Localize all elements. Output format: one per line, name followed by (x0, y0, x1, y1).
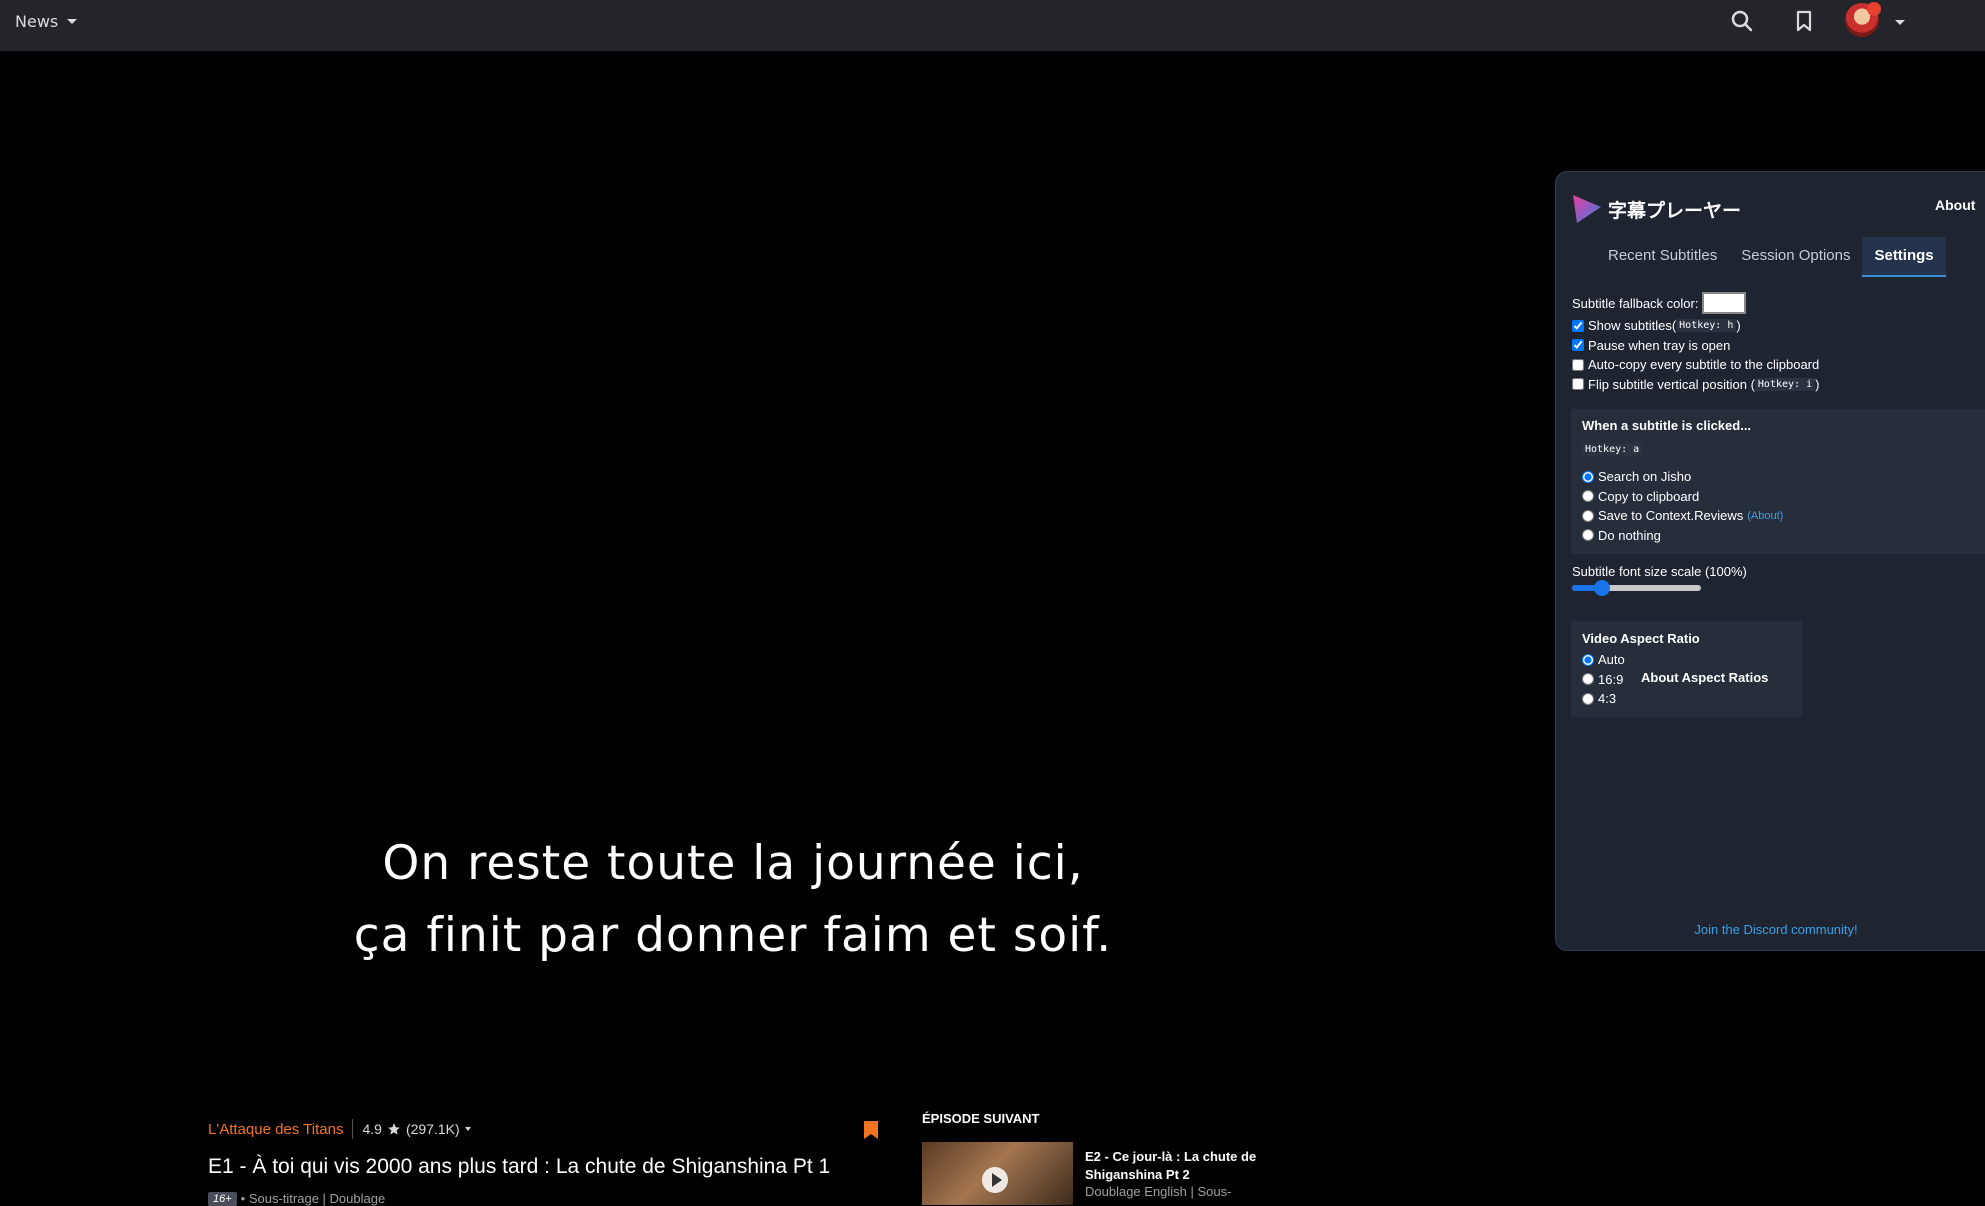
radio-jisho[interactable] (1582, 470, 1594, 483)
click-action-options: Search on Jisho Copy to clipboard Save t… (1582, 467, 1783, 545)
search-icon[interactable] (1729, 8, 1755, 34)
age-badge: 16+ (208, 1191, 237, 1206)
pause-tray-label: Pause when tray is open (1588, 337, 1731, 353)
next-episode-meta: Doublage English | Sous- (1085, 1184, 1232, 1199)
episode-meta: 16+ • Sous-titrage | Doublage (208, 1191, 385, 1206)
top-nav-bar: News (0, 0, 1985, 51)
hotkey-code: Hotkey: i (1754, 377, 1816, 391)
option-label: Do nothing (1598, 527, 1661, 543)
news-label: News (15, 11, 59, 31)
option-label: Copy to clipboard (1598, 488, 1700, 504)
option-label: 16:9 (1598, 671, 1624, 687)
subtitle-line: ça finit par donner faim et soif. (353, 908, 1113, 963)
series-link[interactable]: L'Attaque des Titans (208, 1121, 343, 1138)
radio-context-reviews[interactable] (1582, 509, 1594, 522)
notification-badge (1867, 2, 1881, 16)
radio-clipboard[interactable] (1582, 490, 1594, 503)
aspect-16-9: 16:9 (1582, 670, 1625, 690)
play-triangle (992, 1173, 1002, 1187)
next-episode-heading: ÉPISODE SUIVANT (922, 1111, 1040, 1126)
hotkey-code: Hotkey: a (1582, 443, 1643, 456)
subtitle-line: On reste toute la journée ici, (382, 836, 1084, 891)
divider (352, 1119, 354, 1139)
show-subtitles-label: Show subtitles( (1588, 318, 1677, 334)
option-nothing: Do nothing (1582, 526, 1783, 546)
paren: ) (1815, 376, 1820, 392)
radio-4-3[interactable] (1582, 692, 1594, 705)
chevron-down-icon (1895, 20, 1905, 25)
tab-session-options[interactable]: Session Options (1729, 237, 1862, 275)
aspect-options: Auto 16:9 4:3 (1582, 650, 1625, 709)
chevron-down-icon (67, 18, 78, 24)
auto-copy-label: Auto-copy every subtitle to the clipboar… (1588, 357, 1820, 373)
news-menu[interactable]: News (15, 9, 78, 33)
option-label: Search on Jisho (1598, 469, 1692, 485)
flip-row: Flip subtitle vertical position (Hotkey:… (1572, 375, 1985, 395)
subtitle-player-panel: 字幕プレーヤー About Recent Subtitles Session O… (1555, 171, 1985, 951)
settings-list: Subtitle fallback color: Show subtitles(… (1572, 290, 1985, 394)
font-scale-label: Subtitle font size scale (100%) (1572, 564, 1747, 579)
series-row: L'Attaque des Titans 4.9 (297.1K) (208, 1119, 471, 1139)
auto-copy-checkbox[interactable] (1572, 358, 1584, 371)
about-aspect-link[interactable]: About Aspect Ratios (1641, 670, 1768, 685)
pause-tray-row: Pause when tray is open (1572, 336, 1985, 356)
aspect-auto: Auto (1582, 650, 1625, 670)
about-link[interactable]: About (1935, 197, 1975, 213)
option-label: Save to Context.Reviews (1598, 508, 1744, 524)
flip-label: Flip subtitle vertical position ( (1588, 376, 1755, 392)
option-context-reviews: Save to Context.Reviews (About) (1582, 506, 1783, 526)
click-action-heading: When a subtitle is clicked... (1582, 418, 1752, 433)
show-subtitles-checkbox[interactable] (1572, 319, 1584, 332)
slider-thumb[interactable] (1594, 580, 1610, 596)
paren: ) (1736, 318, 1741, 334)
chevron-down-icon (464, 1127, 471, 1131)
next-episode-title[interactable]: E2 - Ce jour-là : La chute de Shiganshin… (1085, 1148, 1265, 1184)
aspect-4-3: 4:3 (1582, 689, 1625, 709)
next-episode-thumbnail[interactable] (922, 1142, 1073, 1205)
user-menu[interactable] (1845, 2, 1905, 41)
episode-title: E1 - À toi qui vis 2000 ans plus tard : … (208, 1155, 831, 1178)
tab-recent-subtitles[interactable]: Recent Subtitles (1596, 237, 1729, 275)
show-subtitles-row: Show subtitles(Hotkey: h) (1572, 316, 1985, 336)
discord-link[interactable]: Join the Discord community! (1556, 922, 1985, 937)
radio-16-9[interactable] (1582, 673, 1594, 686)
rating-dropdown[interactable]: 4.9 (297.1K) (362, 1121, 471, 1137)
audio-info: • Sous-titrage | Doublage (240, 1191, 386, 1206)
click-action-section: When a subtitle is clicked... Hotkey: a … (1571, 409, 1985, 554)
color-picker[interactable] (1702, 292, 1747, 314)
auto-copy-row: Auto-copy every subtitle to the clipboar… (1572, 355, 1985, 375)
app-logo-icon (1573, 195, 1601, 223)
bookmark-icon[interactable] (863, 1120, 879, 1140)
about-context-link[interactable]: (About) (1747, 510, 1783, 522)
option-clipboard: Copy to clipboard (1582, 487, 1783, 507)
option-jisho: Search on Jisho (1582, 467, 1783, 487)
radio-auto[interactable] (1582, 653, 1594, 666)
rating-count: (297.1K) (405, 1121, 460, 1137)
fallback-color-label: Subtitle fallback color: (1572, 295, 1699, 311)
tab-bar: Recent Subtitles Session Options Setting… (1596, 237, 1946, 277)
tab-settings[interactable]: Settings (1862, 237, 1946, 277)
pause-tray-checkbox[interactable] (1572, 339, 1584, 352)
app-title: 字幕プレーヤー (1608, 200, 1742, 222)
fallback-color-row: Subtitle fallback color: (1572, 290, 1985, 316)
hotkey-code: Hotkey: h (1676, 319, 1737, 333)
radio-nothing[interactable] (1582, 529, 1594, 542)
star-icon (388, 1123, 400, 1135)
aspect-heading: Video Aspect Ratio (1582, 631, 1700, 646)
bookmark-icon[interactable] (1791, 8, 1817, 34)
rating-value: 4.9 (362, 1121, 382, 1137)
option-label: 4:3 (1598, 691, 1617, 707)
font-scale-slider[interactable] (1572, 580, 1701, 596)
option-label: Auto (1598, 652, 1625, 668)
aspect-ratio-section: Video Aspect Ratio Auto 16:9 4:3 About A… (1571, 621, 1802, 717)
flip-checkbox[interactable] (1572, 378, 1584, 391)
video-subtitle[interactable]: On reste toute la journée ici, ça finit … (0, 828, 1466, 972)
